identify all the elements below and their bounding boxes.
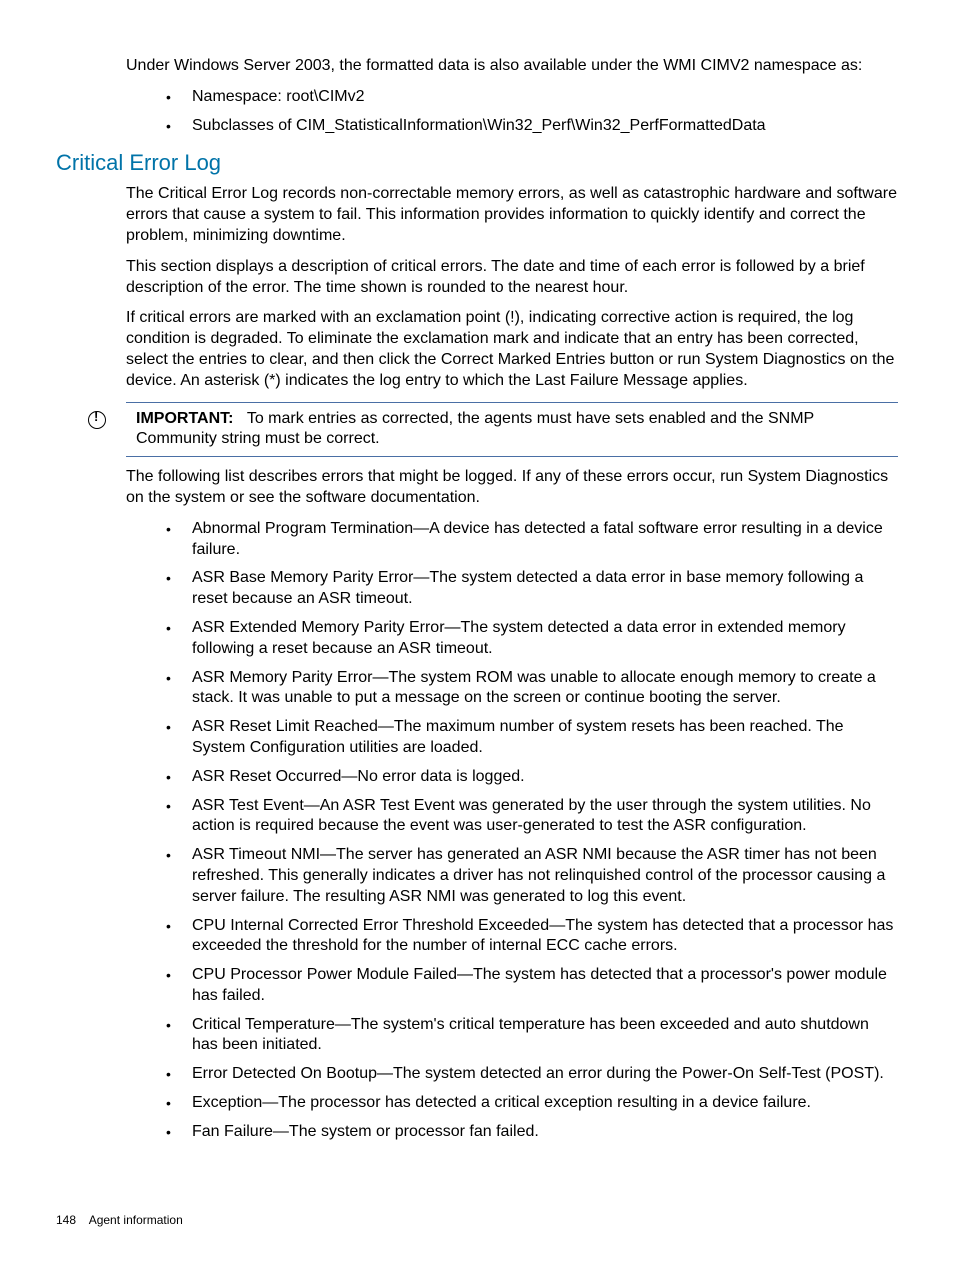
list-item: Namespace: root\CIMv2 [166,87,898,108]
list-item: ASR Timeout NMI—The server has generated… [166,845,898,907]
list-item: CPU Processor Power Module Failed—The sy… [166,965,898,1007]
section-paragraph: The Critical Error Log records non-corre… [56,184,898,246]
error-list: Abnormal Program Termination—A device ha… [56,519,898,1143]
list-item: ASR Memory Parity Error—The system ROM w… [166,668,898,710]
callout-label: IMPORTANT: [136,410,233,427]
list-item: Abnormal Program Termination—A device ha… [166,519,898,561]
important-icon [88,411,106,429]
list-item: ASR Test Event—An ASR Test Event was gen… [166,796,898,838]
list-item: Subclasses of CIM_StatisticalInformation… [166,116,898,137]
page-number: 148 [56,1213,76,1227]
list-item: ASR Base Memory Parity Error—The system … [166,568,898,610]
section-paragraph: If critical errors are marked with an ex… [56,308,898,391]
callout-text: To mark entries as corrected, the agents… [136,410,814,448]
list-item: Critical Temperature—The system's critic… [166,1015,898,1057]
list-item: Error Detected On Bootup—The system dete… [166,1064,898,1085]
intro-bullet-list: Namespace: root\CIMv2 Subclasses of CIM_… [56,87,898,137]
list-item: Exception—The processor has detected a c… [166,1093,898,1114]
section-heading: Critical Error Log [56,150,898,176]
page-footer: 148 Agent information [56,1213,183,1227]
list-item: ASR Reset Occurred—No error data is logg… [166,767,898,788]
important-callout: IMPORTANT: To mark entries as corrected,… [126,402,898,458]
callout-rule-bottom [126,456,898,457]
intro-paragraph: Under Windows Server 2003, the formatted… [56,56,898,77]
list-item: ASR Reset Limit Reached—The maximum numb… [166,717,898,759]
section-paragraph: This section displays a description of c… [56,257,898,299]
list-item: CPU Internal Corrected Error Threshold E… [166,916,898,958]
after-callout-paragraph: The following list describes errors that… [56,467,898,509]
footer-title: Agent information [89,1213,183,1227]
list-item: ASR Extended Memory Parity Error—The sys… [166,618,898,660]
list-item: Fan Failure—The system or processor fan … [166,1122,898,1143]
callout-body: IMPORTANT: To mark entries as corrected,… [136,409,898,451]
